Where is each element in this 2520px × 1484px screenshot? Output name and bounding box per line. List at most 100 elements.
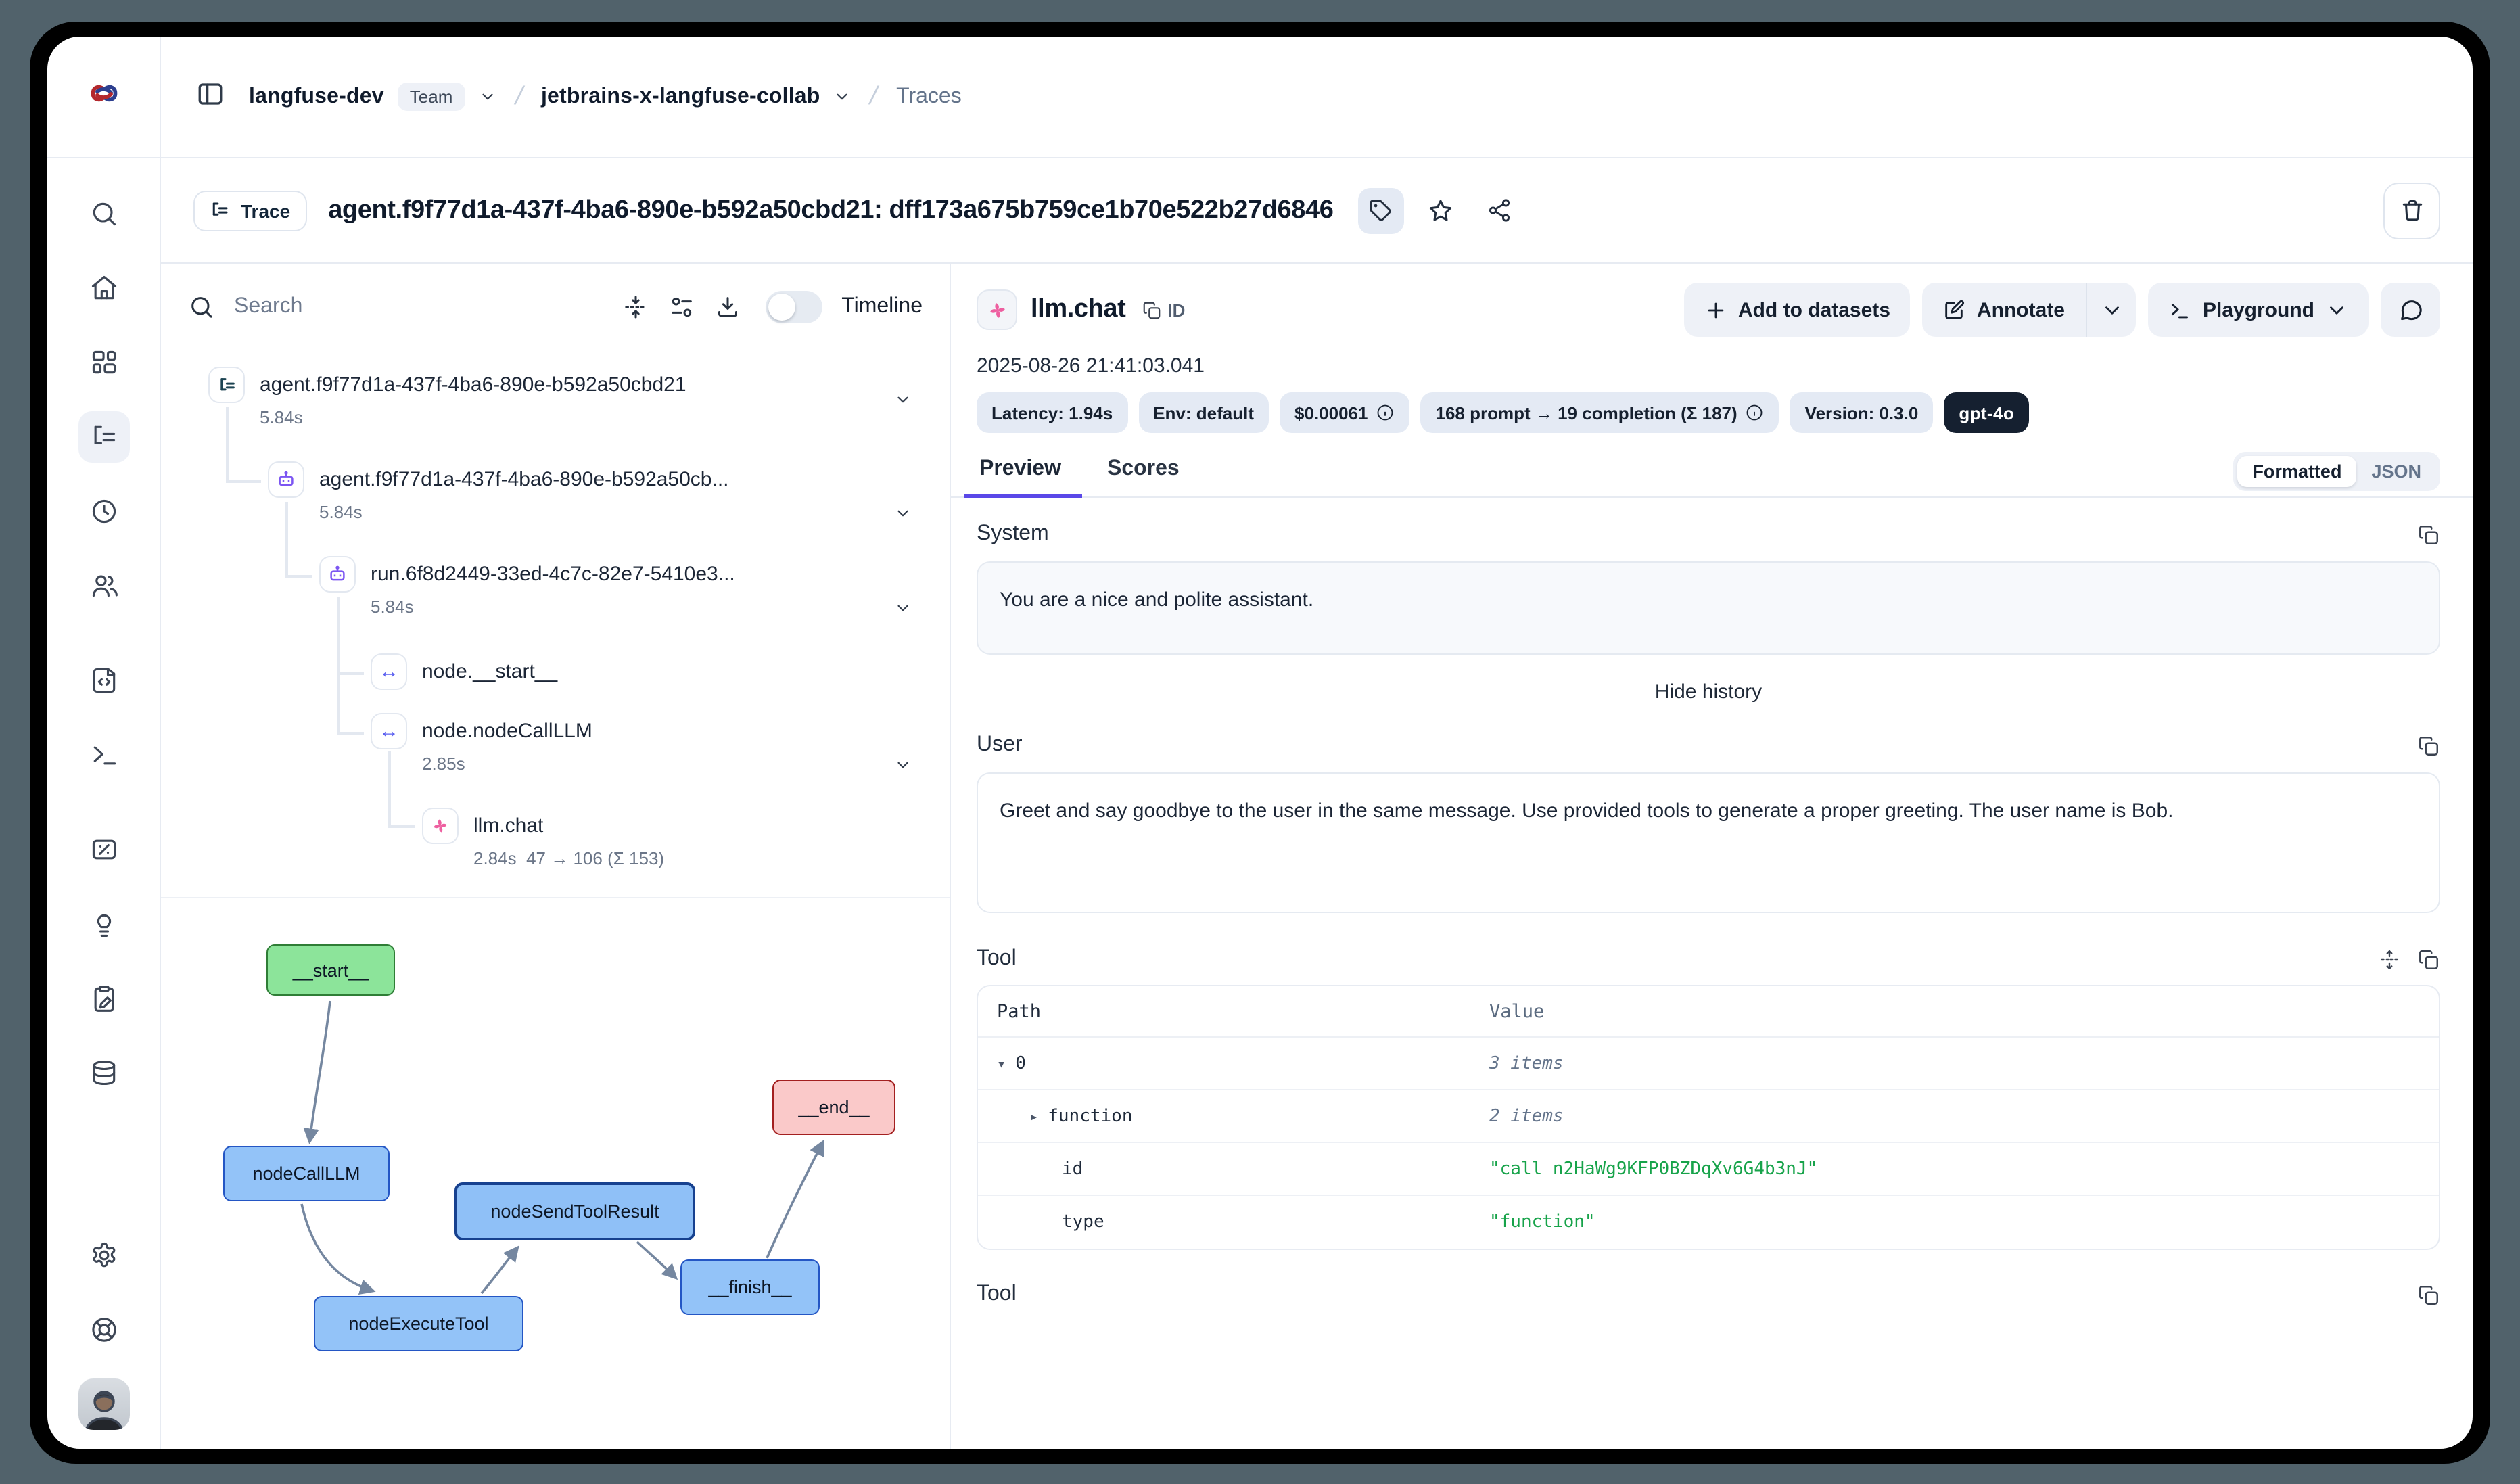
info-icon — [1746, 403, 1765, 422]
detail-tabs: Preview Scores Formatted JSON — [977, 449, 2440, 498]
graph-node-callllm[interactable]: nodeCallLLM — [223, 1146, 390, 1201]
graph-node-executetool[interactable]: nodeExecuteTool — [314, 1296, 523, 1351]
format-toggle-json[interactable]: JSON — [2356, 456, 2436, 487]
json-row[interactable]: type "function" — [978, 1196, 2439, 1249]
download-icon[interactable] — [714, 294, 741, 321]
rail-dashboards-icon[interactable] — [78, 337, 129, 388]
trace-actions — [1357, 187, 1522, 233]
copy-icon[interactable] — [2417, 1283, 2440, 1306]
playground-button[interactable]: Playground — [2149, 283, 2369, 337]
timeline-toggle[interactable] — [766, 291, 822, 323]
topbar: langfuse-dev Team / jetbrains-x-langfuse… — [47, 37, 2473, 158]
format-toggle-formatted[interactable]: Formatted — [2237, 456, 2356, 487]
trace-tree-panel: Timeline — [161, 264, 951, 1449]
desktop-background: langfuse-dev Team / jetbrains-x-langfuse… — [0, 0, 2520, 1484]
project-name[interactable]: jetbrains-x-langfuse-collab — [541, 85, 820, 109]
rail-prompts-icon[interactable] — [78, 655, 129, 706]
span-icon: ↔ — [371, 653, 407, 690]
rail-playground-icon[interactable] — [78, 729, 129, 781]
copy-id-button[interactable]: ID — [1142, 300, 1185, 320]
collapse-chevron-icon[interactable]: ▾ — [997, 1054, 1006, 1072]
hide-history-link[interactable]: Hide history — [977, 680, 2440, 703]
cost-badge[interactable]: $0.00061 — [1280, 392, 1409, 433]
rail-sessions-icon[interactable] — [78, 486, 129, 537]
tab-preview[interactable]: Preview — [977, 449, 1064, 498]
annotate-dropdown-chevron-icon[interactable] — [2101, 298, 2124, 321]
rail-support-icon[interactable] — [78, 1304, 129, 1355]
rail-users-icon[interactable] — [78, 560, 129, 611]
tag-button[interactable] — [1357, 187, 1403, 233]
tree-connector — [226, 480, 261, 482]
org-switcher-chevron-icon[interactable] — [478, 88, 496, 106]
tab-scores[interactable]: Scores — [1104, 449, 1182, 498]
graph-node-end[interactable]: __end__ — [772, 1080, 895, 1135]
span-icon: ↔ — [371, 713, 407, 749]
row-chevron-icon[interactable] — [894, 756, 912, 774]
rail-settings-icon[interactable] — [78, 1230, 129, 1281]
rail-tracing-icon[interactable] — [78, 411, 129, 463]
json-row[interactable]: id "call_n2HaWg9KFP0BZDqXv6G4b3nJ" — [978, 1143, 2439, 1196]
delete-trace-button[interactable] — [2383, 182, 2440, 239]
tree-connector — [337, 597, 339, 733]
observation-detail-panel: llm.chat ID Add to datasets — [951, 264, 2473, 1449]
row-chevron-icon[interactable] — [894, 391, 912, 409]
trace-title: agent.f9f77d1a-437f-4ba6-890e-b592a50cbd… — [328, 195, 1333, 225]
observation-tree: agent.f9f77d1a-437f-4ba6-890e-b592a50cbd… — [161, 350, 950, 897]
breadcrumb-section[interactable]: Traces — [896, 85, 962, 109]
star-button[interactable] — [1417, 187, 1463, 233]
tree-row-agent[interactable]: agent.f9f77d1a-437f-4ba6-890e-b592a50cb.… — [268, 461, 950, 522]
tree-row-llm-chat[interactable]: llm.chat 2.84s 47 → 106 (Σ 153) — [422, 808, 950, 868]
tree-row-node-callllm[interactable]: ↔ node.nodeCallLLM 2.85s — [371, 713, 950, 774]
row-chevron-icon[interactable] — [894, 599, 912, 617]
rail-home-icon[interactable] — [78, 262, 129, 314]
logo-cell[interactable] — [47, 37, 161, 157]
trace-tree-icon — [208, 367, 245, 403]
row-chevron-icon[interactable] — [894, 505, 912, 522]
tokens-badge[interactable]: 168 prompt → 19 completion (Σ 187) — [1421, 392, 1779, 433]
expand-chevron-icon[interactable]: ▸ — [1029, 1107, 1038, 1125]
user-message: Greet and say goodbye to the user in the… — [977, 772, 2440, 913]
search-input[interactable] — [234, 295, 603, 319]
rail-search-icon[interactable] — [78, 188, 129, 239]
share-button[interactable] — [1476, 187, 1522, 233]
agent-graph: __start__ nodeCallLLM nodeSendToolResult… — [161, 897, 950, 1449]
breadcrumb-bar: langfuse-dev Team / jetbrains-x-langfuse… — [161, 37, 2473, 157]
json-row[interactable]: ▾0 3 items — [978, 1038, 2439, 1090]
org-name[interactable]: langfuse-dev — [249, 85, 384, 109]
tree-row-trace[interactable]: agent.f9f77d1a-437f-4ba6-890e-b592a50cbd… — [208, 367, 950, 427]
tool-json-table: Path Value ▾0 3 items ▸function 2 items — [977, 985, 2440, 1250]
rail-annotation-icon[interactable] — [78, 973, 129, 1024]
copy-icon[interactable] — [2417, 523, 2440, 546]
json-row[interactable]: ▸function 2 items — [978, 1090, 2439, 1143]
langfuse-knot-logo-icon — [89, 78, 118, 115]
comment-bubble-icon — [2398, 297, 2423, 323]
rail-scores-icon[interactable] — [78, 824, 129, 875]
expand-icon[interactable] — [2378, 948, 2401, 971]
tree-row-run[interactable]: run.6f8d2449-33ed-4c7c-82e7-5410e3... 5.… — [319, 556, 950, 617]
copy-icon[interactable] — [2417, 734, 2440, 757]
format-toggle: Formatted JSON — [2233, 452, 2440, 491]
rail-datasets-icon[interactable] — [78, 1047, 129, 1098]
graph-node-sendtoolresult[interactable]: nodeSendToolResult — [454, 1182, 695, 1240]
model-badge[interactable]: gpt-4o — [1944, 392, 2029, 433]
project-switcher-chevron-icon[interactable] — [834, 88, 851, 106]
tree-row-node-start[interactable]: ↔ node.__start__ — [371, 653, 950, 690]
sidebar-toggle-icon[interactable] — [196, 79, 225, 114]
collapse-all-icon[interactable] — [622, 294, 649, 321]
rail-evals-icon[interactable] — [78, 898, 129, 950]
system-section-header: System — [977, 522, 2440, 547]
comments-button[interactable] — [2381, 283, 2440, 337]
add-to-datasets-button[interactable]: Add to datasets — [1684, 283, 1911, 337]
graph-node-start[interactable]: __start__ — [266, 944, 395, 996]
copy-icon[interactable] — [2417, 948, 2440, 971]
trash-icon — [2399, 198, 2425, 223]
annotate-split-button[interactable]: Annotate — [1923, 283, 2137, 337]
user-avatar[interactable] — [78, 1378, 129, 1430]
user-section-header: User — [977, 733, 2440, 758]
nav-rail — [47, 158, 161, 1449]
graph-node-finish[interactable]: __finish__ — [680, 1259, 820, 1315]
latency-badge: Latency: 1.94s — [977, 392, 1127, 433]
observation-actions: Add to datasets Annotate — [1684, 283, 2440, 337]
observation-header: llm.chat ID Add to datasets — [977, 283, 2440, 337]
display-settings-icon[interactable] — [668, 294, 695, 321]
